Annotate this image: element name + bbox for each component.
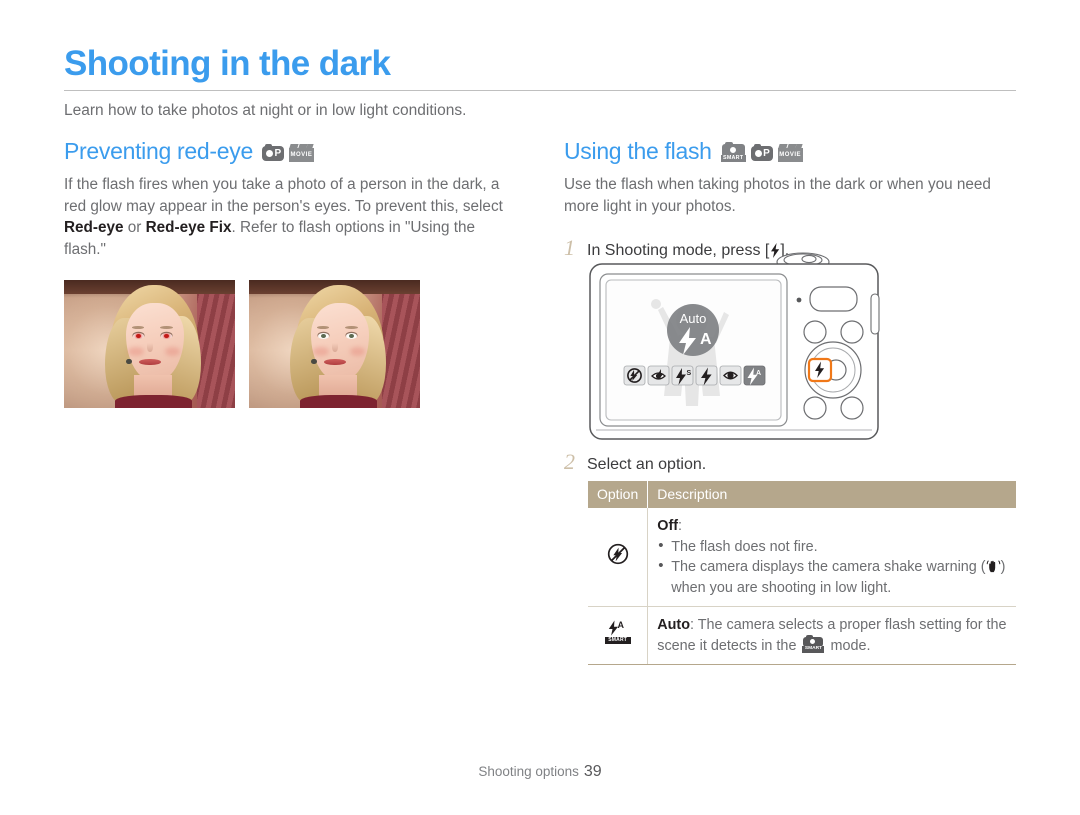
option-icon-cell-off xyxy=(588,508,649,607)
photo-red-eye-corrected xyxy=(249,280,420,408)
flash-option-table: Option Description Off: • The flash does… xyxy=(588,481,1016,665)
delete-button xyxy=(803,396,827,420)
footer-page-number: 39 xyxy=(583,763,602,780)
table-row-off: Off: The flash does not fire. The camera… xyxy=(588,508,1016,607)
smart-auto-flash-icon-selected: A xyxy=(743,365,766,386)
svg-text:S: S xyxy=(687,370,692,377)
using-the-flash-paragraph: Use the flash when taking photos in the … xyxy=(564,176,991,215)
option-label-off-suffix: : xyxy=(678,518,683,534)
column-header-option: Option xyxy=(588,481,649,508)
lcd-auto-flash-overlay: Auto A xyxy=(667,304,719,356)
svg-text:A: A xyxy=(700,331,712,348)
smart-auto-flash-icon-label: SMART xyxy=(604,637,631,645)
movie-mode-icon-label: MOVIE xyxy=(779,152,802,158)
program-mode-icon: P xyxy=(750,143,773,162)
bold-red-eye-fix: Red-eye Fix xyxy=(145,219,232,236)
page-title: Shooting in the dark xyxy=(64,44,391,83)
mode-icon-group-left: P MOVIE xyxy=(261,141,314,162)
flash-off-icon xyxy=(607,543,629,565)
option-label-auto: Auto xyxy=(657,617,691,633)
bullet-2-text-after: ) xyxy=(1000,559,1006,575)
movie-mode-icon: MOVIE xyxy=(288,144,314,162)
bold-red-eye: Red-eye xyxy=(64,219,124,236)
step-1-number: 1 xyxy=(564,235,575,260)
option-auto-text-after: mode. xyxy=(826,637,871,654)
paragraph-text-2: or xyxy=(123,219,146,236)
title-divider xyxy=(64,90,1016,91)
red-eye-fix-icon xyxy=(719,365,742,386)
menu-button xyxy=(803,320,827,344)
paragraph-text-1: If the flash fires when you take a photo… xyxy=(64,176,503,215)
page-header: Shooting in the dark Learn how to take p… xyxy=(64,44,1016,121)
bullet-2-text-before: The camera displays the camera shake war… xyxy=(671,559,986,575)
slow-sync-icon: S xyxy=(671,365,694,386)
bullet-camera-shake-warning: The camera displays the camera shake war… xyxy=(657,556,1007,598)
left-column: Preventing red-eye P MOVIE If the flash … xyxy=(64,138,519,408)
right-eye-normal xyxy=(345,333,357,339)
preventing-red-eye-heading-row: Preventing red-eye P MOVIE xyxy=(64,138,519,165)
step-2-number: 2 xyxy=(564,449,575,474)
section-heading-using-the-flash: Using the flash xyxy=(564,138,712,164)
flash-off-icon xyxy=(623,365,646,386)
smart-auto-flash-icon: A SMART xyxy=(604,620,631,645)
mode-icon-group-right: SMART P MOVIE xyxy=(720,141,803,163)
movie-mode-icon-label: MOVIE xyxy=(290,152,313,158)
flash-button-highlight xyxy=(807,357,833,383)
photo-with-red-eye xyxy=(64,280,235,408)
page-footer: Shooting options 39 xyxy=(0,763,1080,781)
fill-in-icon xyxy=(695,365,718,386)
option-label-off: Off xyxy=(657,518,679,534)
red-eye-icon xyxy=(647,365,670,386)
camera-illustration: Auto A S A xyxy=(586,252,886,448)
option-description-cell-auto: Auto: The camera selects a proper flash … xyxy=(647,606,1016,665)
lcd-auto-label: Auto xyxy=(680,311,707,326)
using-the-flash-heading-row: Using the flash SMART P MOVIE xyxy=(564,138,1016,165)
smart-mode-icon-label: SMART xyxy=(720,155,746,162)
bullet-2-text-line2: when you are shooting in low light. xyxy=(671,579,892,596)
manual-page: Shooting in the dark Learn how to take p… xyxy=(0,0,1080,815)
smart-auto-mode-icon: SMART xyxy=(720,141,746,163)
svg-text:A: A xyxy=(756,370,761,377)
page-subtitle: Learn how to take photos at night or in … xyxy=(64,102,467,119)
smart-auto-mode-icon: SMART xyxy=(802,634,825,654)
right-column: Using the flash SMART P MOVIE Use the fl… xyxy=(564,138,1016,262)
option-icon-cell-auto: A SMART xyxy=(588,606,649,665)
column-header-description: Description xyxy=(647,481,1016,508)
smart-inline-label: SMART xyxy=(802,646,825,653)
footer-section-label: Shooting options xyxy=(478,764,579,779)
option-bullet-list-off: The flash does not fire. The camera disp… xyxy=(657,536,1007,599)
movie-mode-icon: MOVIE xyxy=(777,144,803,162)
program-mode-icon: P xyxy=(261,143,284,162)
option-description-cell-off: Off: The flash does not fire. The camera… xyxy=(647,508,1016,607)
indicator-led xyxy=(796,297,802,303)
table-row-auto: A SMART Auto: The camera selects a prope… xyxy=(588,606,1016,665)
step-2-text: Select an option. xyxy=(587,456,707,473)
camera-shake-hand-icon xyxy=(986,559,1001,574)
section-heading-preventing-red-eye: Preventing red-eye xyxy=(64,138,253,164)
right-eye-red xyxy=(160,333,172,339)
svg-text:A: A xyxy=(617,620,624,630)
display-button xyxy=(840,396,864,420)
sample-photo-row xyxy=(64,280,519,408)
bullet-flash-does-not-fire: The flash does not fire. xyxy=(657,536,1007,558)
playback-button xyxy=(809,286,858,312)
preventing-red-eye-paragraph: If the flash fires when you take a photo… xyxy=(64,174,519,260)
table-header-row: Option Description xyxy=(588,481,1016,508)
fn-button xyxy=(840,320,864,344)
step-2: 2 Select an option. xyxy=(564,451,706,476)
